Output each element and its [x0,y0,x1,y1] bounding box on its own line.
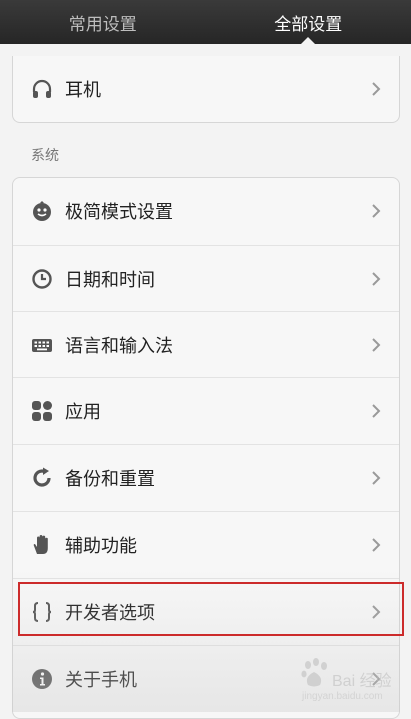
apps-grid-icon [31,400,53,422]
settings-item-about-phone[interactable]: 关于手机 [13,645,399,711]
settings-item-accessibility[interactable]: 辅助功能 [13,511,399,577]
chevron-right-icon [369,336,383,354]
settings-item-label: 日期和时间 [65,266,369,292]
settings-item-simple-mode[interactable]: 极简模式设置 [13,178,399,244]
settings-item-label: 极简模式设置 [65,198,369,224]
face-icon [31,200,53,222]
settings-item-developer-options[interactable]: 开发者选项 [13,578,399,644]
chevron-right-icon [369,202,383,220]
top-settings-card: 耳机 [12,56,400,123]
settings-item-language-input[interactable]: 语言和输入法 [13,311,399,377]
settings-item-label: 辅助功能 [65,532,369,558]
hand-icon [31,534,53,556]
settings-item-backup-reset[interactable]: 备份和重置 [13,444,399,510]
settings-item-label: 耳机 [65,76,369,102]
chevron-right-icon [369,402,383,420]
settings-item-label: 备份和重置 [65,465,369,491]
info-icon [31,668,53,690]
settings-item-label: 语言和输入法 [65,332,369,358]
settings-item-label: 开发者选项 [65,599,369,625]
chevron-right-icon [369,469,383,487]
settings-item-label: 应用 [65,398,369,424]
chevron-right-icon [369,670,383,688]
refresh-icon [31,467,53,489]
clock-icon [31,268,53,290]
settings-item-date-time[interactable]: 日期和时间 [13,245,399,311]
settings-tab-bar: 常用设置 全部设置 [0,0,411,44]
tab-all-settings[interactable]: 全部设置 [206,0,411,44]
settings-item-headphones[interactable]: 耳机 [13,56,399,122]
settings-item-label: 关于手机 [65,666,369,692]
chevron-right-icon [369,536,383,554]
chevron-right-icon [369,80,383,98]
system-settings-card: 极简模式设置 日期和时间 语言和输入法 应用 备份和重置 辅助功能 [12,177,400,719]
braces-icon [31,601,53,623]
tab-common-settings[interactable]: 常用设置 [0,0,206,44]
keyboard-icon [31,334,53,356]
chevron-right-icon [369,270,383,288]
headphones-icon [31,78,53,100]
settings-item-apps[interactable]: 应用 [13,377,399,443]
section-title-system: 系统 [31,145,59,165]
chevron-right-icon [369,603,383,621]
